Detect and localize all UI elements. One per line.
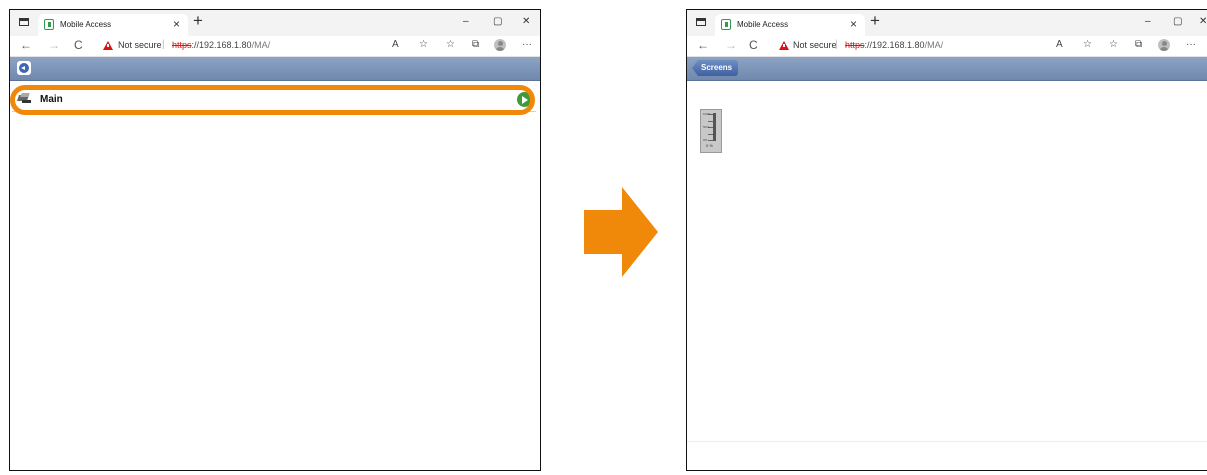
favicon-icon (44, 19, 54, 30)
url-field[interactable]: https://192.168.1.80/MA/ (845, 40, 943, 50)
url-field[interactable]: https://192.168.1.80/MA/ (172, 40, 270, 50)
browser-tab[interactable]: Mobile Access × (715, 14, 865, 36)
more-menu-icon[interactable]: ··· (1186, 39, 1196, 50)
url-path: /MA/ (924, 40, 944, 50)
content-divider (687, 441, 1207, 442)
slider-tick-label: 0% (703, 138, 708, 142)
more-menu-icon[interactable]: ··· (522, 39, 532, 50)
back-nav-button[interactable]: ← (697, 38, 709, 52)
url-path: /MA/ (251, 40, 271, 50)
profile-avatar[interactable] (494, 39, 506, 51)
url-host: ://192.168.1.80 (191, 40, 252, 50)
new-tab-button[interactable]: + (193, 11, 203, 31)
minimize-button[interactable]: – (463, 16, 469, 27)
slider-tick-label: 100% (703, 112, 711, 116)
url-separator: | (835, 39, 838, 50)
profile-avatar[interactable] (1158, 39, 1170, 51)
url-scheme: https (845, 40, 865, 50)
add-favorite-icon[interactable]: ☆ (419, 39, 428, 50)
close-window-button[interactable]: ✕ (522, 16, 530, 27)
collections-icon[interactable]: ⧉ (472, 39, 479, 50)
back-circle-icon[interactable] (17, 61, 31, 75)
forward-nav-button[interactable]: → (48, 38, 60, 52)
app-header: Screens (687, 57, 1207, 81)
tab-title: Mobile Access (737, 20, 789, 29)
favorites-icon[interactable]: ☆ (446, 39, 455, 50)
new-tab-button[interactable]: + (870, 11, 880, 31)
url-separator: | (162, 39, 165, 50)
tab-actions-icon[interactable] (19, 18, 29, 26)
tab-title: Mobile Access (60, 20, 112, 29)
back-nav-button[interactable]: ← (20, 38, 32, 52)
slider-tick (708, 134, 713, 135)
address-bar: ← → C Not secure | https://192.168.1.80/… (687, 36, 1207, 57)
url-scheme: https (172, 40, 192, 50)
browser-window-before: Mobile Access × + – ▢ ✕ ← → C Not secure… (9, 9, 541, 471)
url-host: ://192.168.1.80 (864, 40, 925, 50)
refresh-button[interactable]: C (74, 38, 83, 52)
tab-close-button[interactable]: × (850, 17, 857, 31)
read-aloud-icon[interactable]: A (392, 39, 399, 50)
not-secure-label[interactable]: Not secure (118, 40, 162, 50)
restore-button[interactable]: ▢ (1173, 16, 1182, 27)
browser-tab[interactable]: Mobile Access × (38, 14, 188, 36)
tab-bar: Mobile Access × + – ▢ ✕ (687, 10, 1207, 36)
minimize-button[interactable]: – (1145, 16, 1151, 27)
read-aloud-icon[interactable]: A (1056, 39, 1063, 50)
slider-track[interactable] (713, 113, 716, 141)
not-secure-label[interactable]: Not secure (793, 40, 837, 50)
tab-close-button[interactable]: × (173, 17, 180, 31)
highlight-frame (10, 85, 535, 115)
transition-arrow-icon (584, 187, 658, 277)
add-favorite-icon[interactable]: ☆ (1083, 39, 1092, 50)
collections-icon[interactable]: ⧉ (1135, 39, 1142, 50)
slider-tick-label: 50% (703, 125, 710, 129)
warning-icon (103, 41, 113, 50)
restore-button[interactable]: ▢ (493, 16, 502, 27)
address-bar: ← → C Not secure | https://192.168.1.80/… (10, 36, 540, 57)
close-window-button[interactable]: ✕ (1199, 16, 1207, 27)
screens-back-button[interactable]: Screens (692, 60, 739, 76)
browser-window-after: Mobile Access × + – ▢ ✕ ← → C Not secure… (686, 9, 1207, 471)
warning-icon (779, 41, 789, 50)
slider-tick (708, 140, 713, 141)
app-header (10, 57, 540, 81)
forward-nav-button[interactable]: → (725, 38, 737, 52)
tab-actions-icon[interactable] (696, 18, 706, 26)
slider-value-label: 0 % (706, 143, 713, 148)
slider-tick (708, 121, 713, 122)
slider-widget[interactable]: 100% 50% 0% 0 % (700, 109, 722, 153)
refresh-button[interactable]: C (749, 38, 758, 52)
favicon-icon (721, 19, 731, 30)
favorites-icon[interactable]: ☆ (1109, 39, 1118, 50)
tab-bar: Mobile Access × + – ▢ ✕ (10, 10, 540, 36)
